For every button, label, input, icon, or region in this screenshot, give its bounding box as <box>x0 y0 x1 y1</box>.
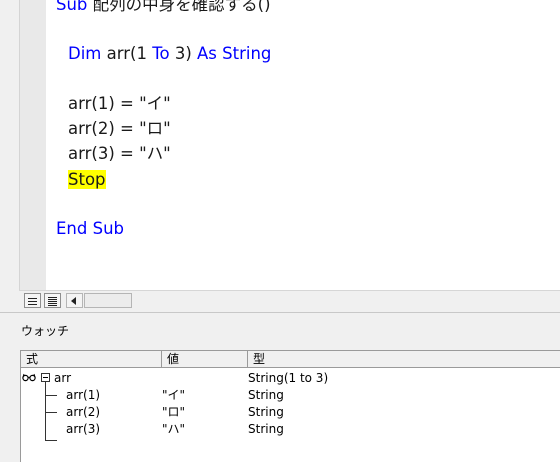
tree-connector <box>45 412 57 413</box>
stop-line[interactable]: Stop <box>68 169 106 191</box>
column-header-type[interactable]: 型 <box>248 351 560 368</box>
keyword: Dim <box>68 44 102 63</box>
watch-list[interactable]: 式 値 型 arr String(1 to 3) arr(1) "イ" Stri… <box>20 350 560 462</box>
watch-expression: arr(1) <box>66 388 101 402</box>
watch-window: ウォッチ 式 値 型 arr String(1 to 3) arr(1) "イ" <box>0 312 560 462</box>
code-window-bottom-bar <box>19 290 560 311</box>
sub-name: 配列の中身を確認する() <box>87 0 271 14</box>
assign-line-3[interactable]: arr(3) = "ハ" <box>68 143 171 165</box>
watch-value: "イ" <box>162 388 186 402</box>
full-module-view-button[interactable] <box>44 293 61 308</box>
watch-window-title: ウォッチ <box>21 324 70 338</box>
keyword: To <box>152 44 170 63</box>
keyword: Sub <box>56 0 88 14</box>
tree-connector <box>45 395 57 396</box>
indicator-margin[interactable] <box>19 0 61 290</box>
sub-header-line[interactable]: Sub 配列の中身を確認する() <box>56 0 271 16</box>
end-sub-line[interactable]: End Sub <box>56 218 124 240</box>
watch-expression: arr(3) <box>66 422 101 436</box>
horizontal-scroll-thumb[interactable] <box>84 293 132 308</box>
keyword: As String <box>197 44 272 63</box>
column-header-expression[interactable]: 式 <box>21 351 162 368</box>
code-window: Sub 配列の中身を確認する() Dim arr(1 To 3) As Stri… <box>0 0 560 312</box>
code-text: 3) <box>169 44 198 63</box>
code-text: arr(1 <box>101 44 153 63</box>
column-header-value[interactable]: 値 <box>162 351 248 368</box>
assign-line-1[interactable]: arr(1) = "イ" <box>68 93 171 115</box>
watch-glasses-icon <box>22 373 36 382</box>
scroll-left-button[interactable] <box>66 293 83 308</box>
watch-type: String <box>248 388 284 402</box>
collapse-toggle[interactable] <box>41 373 50 382</box>
current-statement-highlight: Stop <box>68 170 106 189</box>
watch-type: String <box>248 405 284 419</box>
watch-type: String(1 to 3) <box>248 371 329 385</box>
watch-expression: arr <box>54 371 72 385</box>
procedure-view-button[interactable] <box>24 293 41 308</box>
tree-connector <box>45 382 46 440</box>
assign-line-2[interactable]: arr(2) = "ロ" <box>68 118 171 140</box>
dim-line[interactable]: Dim arr(1 To 3) As String <box>68 43 271 65</box>
watch-expression: arr(2) <box>66 405 101 419</box>
watch-value: "ハ" <box>162 422 186 436</box>
code-editor[interactable]: Sub 配列の中身を確認する() Dim arr(1 To 3) As Stri… <box>46 0 560 290</box>
tree-connector <box>45 440 57 441</box>
left-rail <box>0 0 19 290</box>
watch-type: String <box>248 422 284 436</box>
watch-value: "ロ" <box>162 405 186 419</box>
